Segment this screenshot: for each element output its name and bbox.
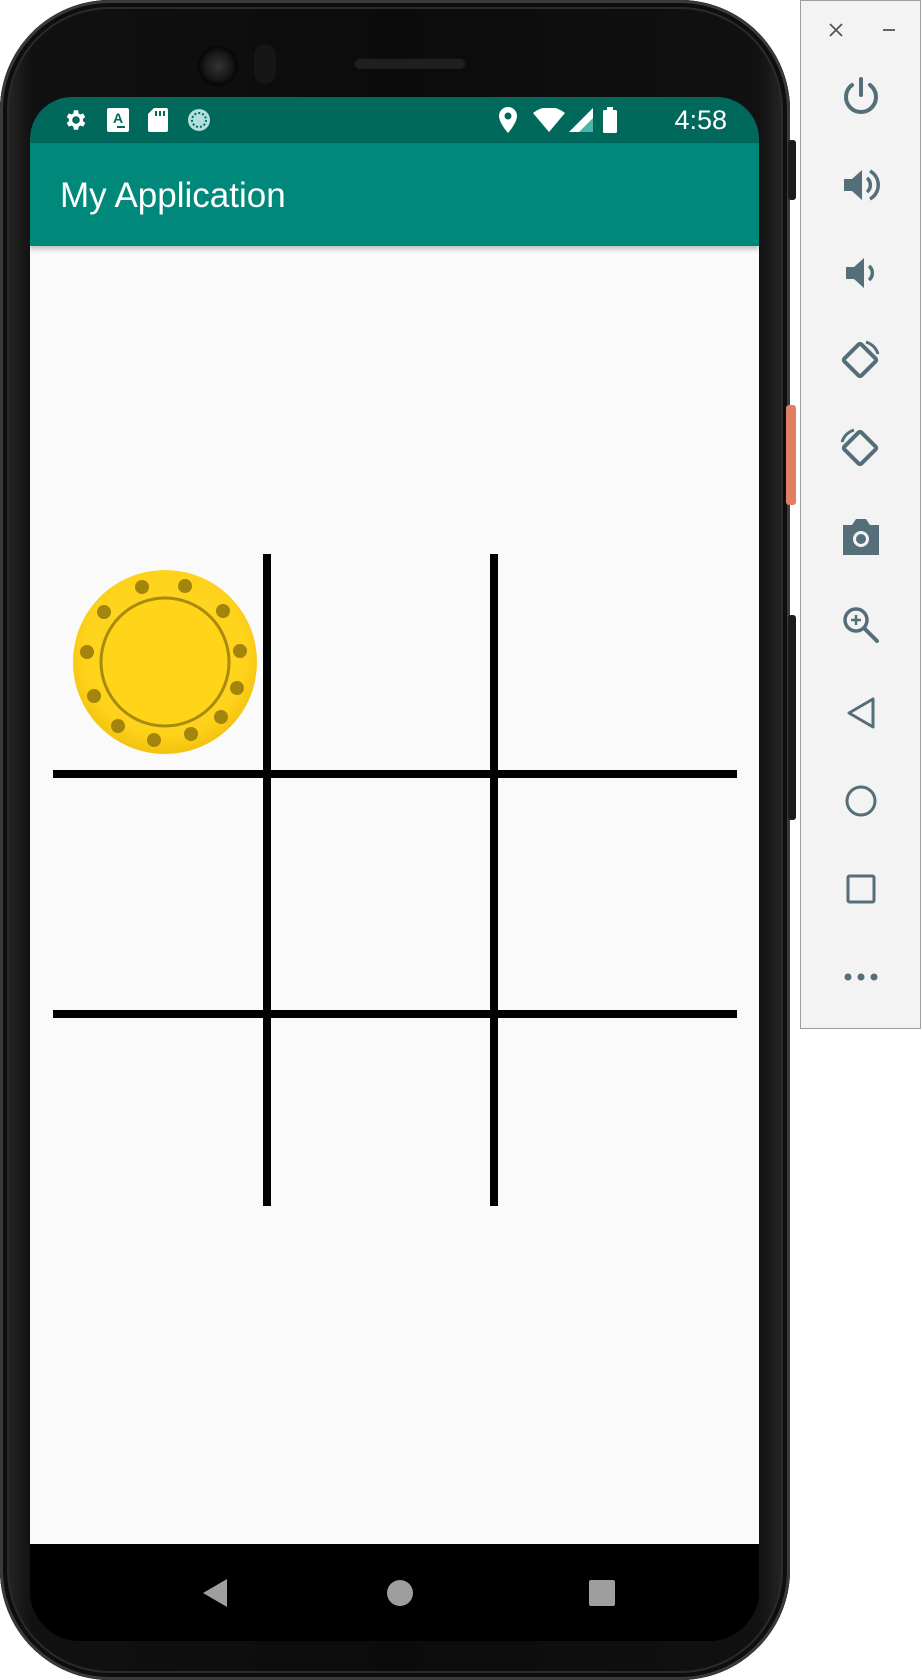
board-line-vertical-2 (490, 554, 498, 1206)
board-line-vertical-1 (263, 554, 271, 1206)
keyboard-a-icon: A (106, 106, 130, 134)
home-icon[interactable] (831, 771, 891, 831)
close-icon[interactable] (821, 15, 851, 45)
overview-icon[interactable] (831, 859, 891, 919)
rotate-right-icon[interactable] (831, 419, 891, 479)
rotate-left-icon[interactable] (831, 331, 891, 391)
status-clock: 4:58 (674, 105, 727, 135)
app-title: My Application (60, 176, 286, 215)
battery-icon (602, 106, 618, 134)
volume-up-icon[interactable] (831, 155, 891, 215)
power-key (786, 405, 796, 505)
device-screen: A 4:58 My Application (30, 97, 759, 1641)
back-triangle-icon[interactable] (196, 1573, 236, 1613)
sync-icon (186, 106, 212, 134)
board-line-horizontal-1 (53, 770, 737, 778)
more-icon[interactable] (831, 947, 891, 1007)
svg-text:A: A (113, 110, 123, 126)
volume-rocker (788, 615, 796, 820)
minimize-icon[interactable] (874, 15, 904, 45)
app-bar: My Application (30, 143, 759, 246)
location-icon (496, 106, 520, 134)
volume-down-icon[interactable] (831, 243, 891, 303)
panel-window-controls (801, 1, 922, 61)
home-circle-icon[interactable] (380, 1573, 420, 1613)
recents-square-icon[interactable] (582, 1573, 622, 1613)
power-icon[interactable] (831, 67, 891, 127)
back-icon[interactable] (831, 683, 891, 743)
settings-icon (62, 106, 90, 134)
status-bar: A 4:58 (30, 97, 759, 143)
coin-icon (73, 570, 257, 754)
cell-signal-icon (568, 106, 594, 134)
zoom-icon[interactable] (831, 595, 891, 655)
wifi-icon (532, 106, 566, 134)
phone-frame: A 4:58 My Application (0, 0, 796, 1680)
front-camera (198, 46, 238, 86)
emulator-control-panel (800, 0, 921, 1029)
phone-side-button (788, 140, 796, 200)
camera-icon[interactable] (831, 507, 891, 567)
board-line-horizontal-2 (53, 1010, 737, 1018)
game-board-area[interactable] (30, 246, 759, 1544)
earpiece-speaker (354, 57, 466, 69)
proximity-sensor (254, 44, 276, 84)
gold-coin-piece[interactable] (72, 569, 258, 755)
sd-card-icon (146, 106, 170, 134)
navigation-bar (30, 1544, 759, 1641)
